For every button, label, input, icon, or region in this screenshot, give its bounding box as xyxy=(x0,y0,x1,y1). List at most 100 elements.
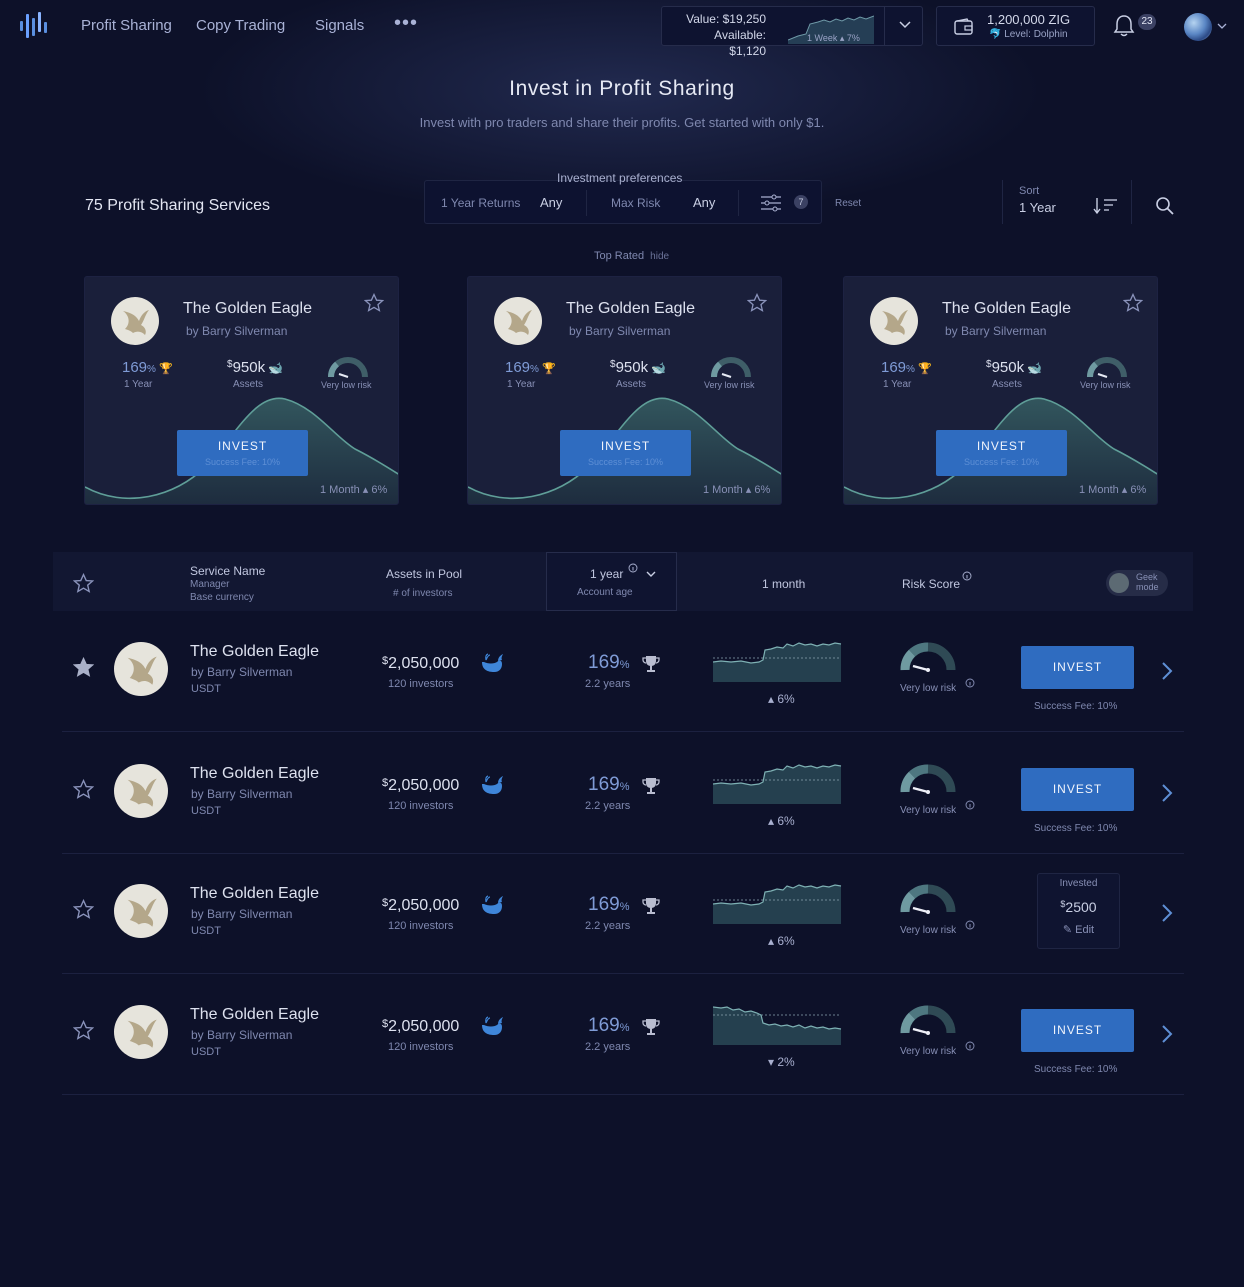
geek-mode-label: Geek mode xyxy=(1136,572,1159,592)
month-performance-chart xyxy=(713,884,842,924)
info-icon[interactable] xyxy=(628,563,638,573)
column-assets[interactable]: Assets in Pool xyxy=(386,567,462,581)
assets-in-pool: $2,050,000 xyxy=(382,777,460,794)
search-icon[interactable] xyxy=(1155,196,1175,216)
service-row[interactable]: The Golden Eagle by Barry Silverman USDT… xyxy=(62,610,1184,732)
sort-value[interactable]: 1 Year xyxy=(1019,200,1056,215)
sort-direction-icon[interactable] xyxy=(1093,197,1119,215)
whale-icon: 🐋 xyxy=(265,361,284,375)
risk-gauge-icon xyxy=(900,884,956,914)
service-name[interactable]: The Golden Eagle xyxy=(190,765,319,783)
success-fee: Success Fee: 10% xyxy=(204,457,281,467)
chevron-right-icon[interactable] xyxy=(1160,1023,1174,1045)
filter-sliders-icon[interactable] xyxy=(760,194,782,212)
nav-signals[interactable]: Signals xyxy=(315,17,364,34)
returns-filter-select[interactable]: Any xyxy=(540,195,562,210)
service-name[interactable]: The Golden Eagle xyxy=(190,885,319,903)
column-service-name[interactable]: Service Name xyxy=(190,564,265,578)
invest-button[interactable]: INVEST Success Fee: 10% xyxy=(560,430,691,476)
month-change: 1 Month ▴ 6% xyxy=(703,484,771,496)
column-account-age: Account age xyxy=(577,587,633,598)
service-row[interactable]: The Golden Eagle by Barry Silverman USDT… xyxy=(62,852,1184,974)
column-base-currency: Base currency xyxy=(190,592,254,603)
month-change: 1 Month ▴ 6% xyxy=(1079,484,1147,496)
favorite-star-icon[interactable] xyxy=(364,293,384,313)
featured-service-card[interactable]: The Golden Eagle by Barry Silverman 169%… xyxy=(84,276,399,505)
info-icon[interactable] xyxy=(965,800,975,810)
service-name[interactable]: The Golden Eagle xyxy=(190,1006,319,1024)
invest-button[interactable]: INVEST Success Fee: 10% xyxy=(936,430,1067,476)
eagle-icon xyxy=(506,310,532,335)
more-dots-icon[interactable]: ••• xyxy=(394,12,418,35)
base-currency: USDT xyxy=(191,1046,221,1058)
base-currency: USDT xyxy=(191,805,221,817)
reset-filters-button[interactable]: Reset xyxy=(835,198,861,209)
nav-profit-sharing[interactable]: Profit Sharing xyxy=(81,17,172,34)
wallet-summary[interactable]: Value: $19,250 Available: $1,120 1 Week ▴… xyxy=(661,6,923,58)
investment-preferences-label: Investment preferences xyxy=(557,171,683,185)
invest-button[interactable]: INVEST xyxy=(1021,646,1134,689)
invested-amount-box: Invested $2500 ✎ Edit xyxy=(1037,873,1120,949)
risk-gauge-icon xyxy=(1087,357,1127,378)
risk-label: Very low risk xyxy=(900,925,957,936)
chevron-right-icon[interactable] xyxy=(1160,902,1174,924)
chart-area xyxy=(713,765,841,804)
month-performance-chart xyxy=(713,642,842,682)
favorite-star-icon[interactable] xyxy=(747,293,767,313)
service-row[interactable]: The Golden Eagle by Barry Silverman USDT… xyxy=(62,732,1184,854)
user-avatar[interactable] xyxy=(1184,13,1212,41)
chevron-down-icon[interactable] xyxy=(898,18,912,32)
nav-copy-trading[interactable]: Copy Trading xyxy=(196,17,285,34)
favorite-star-icon[interactable] xyxy=(73,899,94,920)
month-change: ▴ 6% xyxy=(768,692,795,706)
manager-name: by Barry Silverman xyxy=(191,907,293,921)
column-month[interactable]: 1 month xyxy=(762,577,805,591)
column-manager: Manager xyxy=(190,579,230,590)
info-icon[interactable] xyxy=(965,920,975,930)
max-risk-select[interactable]: Any xyxy=(693,195,715,210)
chevron-down-icon[interactable] xyxy=(1217,22,1227,30)
risk-label: Very low risk xyxy=(900,683,957,694)
invested-label: Invested xyxy=(1059,878,1098,889)
column-risk-score[interactable]: Risk Score xyxy=(902,577,960,591)
eagle-icon xyxy=(127,778,157,807)
featured-service-card[interactable]: The Golden Eagle by Barry Silverman 169%… xyxy=(467,276,782,505)
service-name[interactable]: The Golden Eagle xyxy=(190,643,319,661)
service-row[interactable]: The Golden Eagle by Barry Silverman USDT… xyxy=(62,973,1184,1095)
edit-investment-button[interactable]: ✎ Edit xyxy=(1038,923,1119,936)
period-select[interactable] xyxy=(546,552,677,611)
invest-button[interactable]: INVEST xyxy=(1021,1009,1134,1052)
chevron-right-icon[interactable] xyxy=(1160,782,1174,804)
app-logo[interactable] xyxy=(18,10,52,40)
risk-label: Very low risk xyxy=(1080,380,1131,390)
manager-name: by Barry Silverman xyxy=(191,787,293,801)
risk-label: Very low risk xyxy=(900,805,957,816)
favorite-filter-star-icon[interactable] xyxy=(73,573,94,594)
chevron-down-icon[interactable] xyxy=(645,570,657,578)
risk-gauge-icon xyxy=(328,357,368,378)
favorite-star-icon[interactable] xyxy=(73,657,94,678)
assets-value: $950k 🐋 xyxy=(610,359,667,376)
return-period: 1 Year xyxy=(883,379,912,390)
info-icon[interactable] xyxy=(962,571,972,581)
manager-name: by Barry Silverman xyxy=(945,324,1047,338)
invest-button[interactable]: INVEST xyxy=(1021,768,1134,811)
favorite-star-icon[interactable] xyxy=(73,1020,94,1041)
favorite-star-icon[interactable] xyxy=(73,779,94,800)
investor-count: 120 investors xyxy=(388,678,454,690)
chevron-right-icon[interactable] xyxy=(1160,660,1174,682)
column-year[interactable]: 1 year xyxy=(590,567,623,581)
service-logo xyxy=(870,297,918,345)
geek-mode-toggle[interactable]: Geek mode xyxy=(1106,570,1168,596)
favorite-star-icon[interactable] xyxy=(1123,293,1143,313)
info-icon[interactable] xyxy=(965,1041,975,1051)
trophy-icon xyxy=(642,898,660,914)
return-percent: 169% xyxy=(588,652,630,673)
bell-icon[interactable] xyxy=(1113,14,1135,38)
info-icon[interactable] xyxy=(965,678,975,688)
page-title: Invest in Profit Sharing xyxy=(509,77,735,100)
featured-service-card[interactable]: The Golden Eagle by Barry Silverman 169%… xyxy=(843,276,1158,505)
hide-top-rated-link[interactable]: hide xyxy=(650,251,669,262)
zig-balance[interactable]: 1,200,000 ZIG 🐬 Level: Dolphin xyxy=(936,6,1095,46)
invest-button[interactable]: INVEST Success Fee: 10% xyxy=(177,430,308,476)
